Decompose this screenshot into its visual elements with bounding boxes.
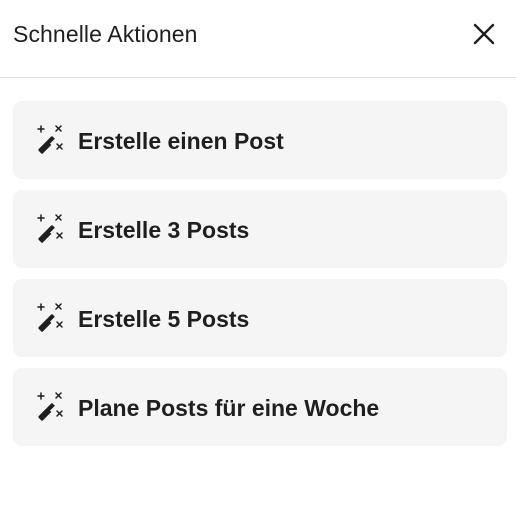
action-plan-week-posts[interactable]: Plane Posts für eine Woche [13, 368, 507, 446]
magic-wand-icon [37, 125, 63, 154]
action-label: Erstelle 5 Posts [78, 306, 250, 332]
close-button[interactable] [468, 18, 500, 50]
magic-wand-icon [37, 303, 63, 332]
action-create-one-post[interactable]: Erstelle einen Post [13, 101, 507, 179]
panel-title: Schnelle Aktionen [13, 21, 198, 47]
magic-wand-icon [37, 392, 63, 421]
magic-wand-icon [37, 214, 63, 243]
panel-header: Schnelle Aktionen [0, 0, 516, 78]
action-create-five-posts[interactable]: Erstelle 5 Posts [13, 279, 507, 357]
close-icon [473, 23, 495, 45]
action-label: Erstelle einen Post [78, 128, 284, 154]
action-label: Erstelle 3 Posts [78, 217, 250, 243]
action-create-three-posts[interactable]: Erstelle 3 Posts [13, 190, 507, 268]
quick-actions-list: Erstelle einen Post Erstelle 3 Posts Ers… [13, 101, 507, 457]
quick-actions-panel: Schnelle Aktionen Erstelle einen Post Er… [0, 0, 516, 508]
action-label: Plane Posts für eine Woche [78, 395, 380, 421]
